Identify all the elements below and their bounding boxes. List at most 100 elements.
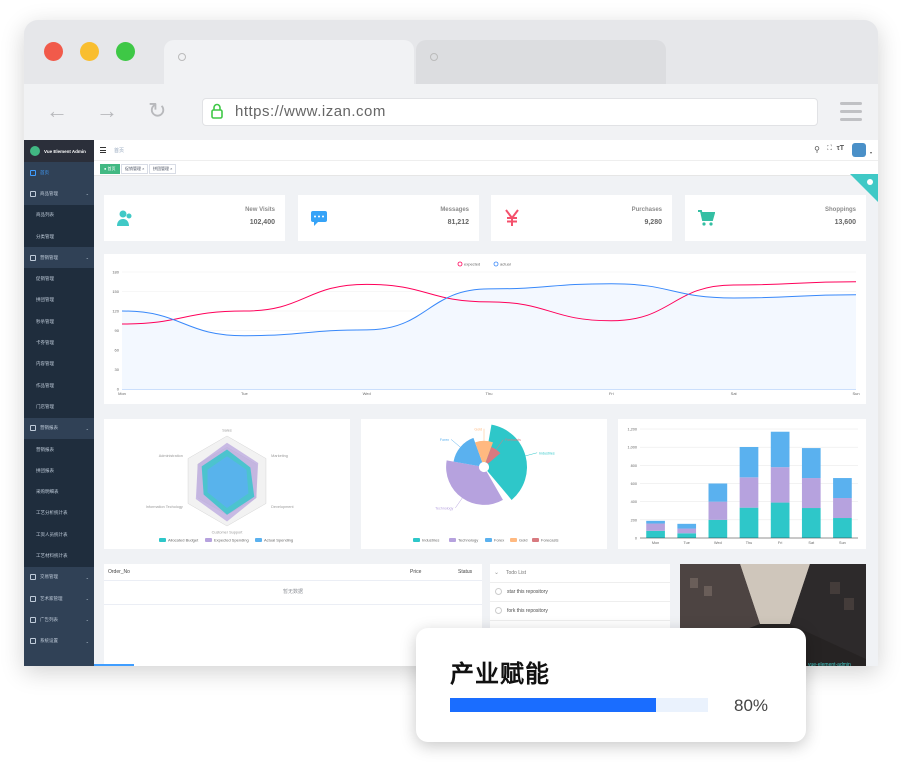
maximize-window-button[interactable]: [116, 42, 135, 61]
sidebar-item-label: 商品管理: [40, 190, 58, 196]
column-status: Status: [458, 569, 473, 575]
close-window-button[interactable]: [44, 42, 63, 61]
hamburger-toggle-icon[interactable]: [100, 147, 106, 153]
sidebar-item[interactable]: 商品列表: [24, 204, 94, 226]
column-price: Price: [410, 569, 422, 575]
legend-label: Forex: [494, 538, 504, 543]
sidebar-item[interactable]: 艺术家管理 ⌄: [24, 587, 94, 610]
reload-icon[interactable]: ↻: [148, 100, 166, 122]
y-tick-label: 200: [631, 518, 637, 522]
sidebar-item-label: 营销管理: [40, 254, 58, 260]
stat-panel[interactable]: Messages 81,212: [298, 195, 479, 241]
stat-label: Purchases: [631, 207, 662, 213]
radar-indicator-label: Customer Support: [212, 531, 244, 535]
legend-marker: [159, 538, 166, 542]
minimize-window-button[interactable]: [80, 42, 99, 61]
chevron-down-icon: ⌄: [85, 574, 89, 580]
menu-group-icon: [30, 190, 36, 197]
home-icon: [30, 169, 36, 176]
sidebar-item[interactable]: 工艺材料统计表: [24, 545, 94, 567]
pie-label: Forecasts: [505, 438, 521, 442]
address-bar[interactable]: https://www.izan.com: [202, 98, 818, 126]
stat-value: 102,400: [249, 219, 275, 226]
sidebar-item[interactable]: 作品管理: [24, 374, 94, 397]
sidebar-item-label: 商品列表: [36, 212, 54, 218]
y-tick-label: 90: [115, 328, 120, 333]
forward-arrow-icon[interactable]: →: [96, 100, 118, 122]
message-icon: [310, 209, 328, 232]
sidebar-item[interactable]: 内容管理: [24, 353, 94, 375]
tag-home[interactable]: ● 首页: [100, 164, 120, 174]
bar-pageA: [677, 533, 697, 538]
todo-item[interactable]: fork this repository: [490, 602, 670, 621]
sidebar-item[interactable]: 交易管理 ⌄: [24, 566, 94, 588]
bar-pageB: [739, 477, 759, 508]
sidebar-item[interactable]: 商品管理 ⌄: [24, 183, 94, 205]
main-content: 首页 ⚲ ⛶ τT ▾ ● 首页 促销管理 × 拼团管理 × New Visit…: [94, 140, 878, 666]
tab-strip: [24, 20, 878, 84]
font-size-icon[interactable]: τT: [837, 145, 844, 152]
sidebar-item[interactable]: 拼团管理: [24, 289, 94, 312]
pie-label-line: [450, 439, 461, 448]
x-tick-label: Sun: [839, 541, 846, 545]
sidebar-item[interactable]: 营销报表 ⌄: [24, 417, 94, 439]
breadcrumb[interactable]: 首页: [114, 147, 124, 154]
back-arrow-icon[interactable]: ←: [46, 100, 68, 122]
pie-label: Technology: [435, 506, 453, 510]
stat-panel[interactable]: Purchases 9,280: [491, 195, 672, 241]
sidebar-item-label: 营销报表: [40, 425, 58, 431]
todo-item[interactable]: star this repository: [490, 583, 670, 602]
sidebar-item[interactable]: 分类管理: [24, 225, 94, 248]
avatar[interactable]: [852, 143, 866, 157]
todo-checkbox[interactable]: [495, 607, 502, 614]
stat-label: New Visits: [245, 207, 275, 213]
x-tick-label: Wed: [363, 391, 371, 396]
fullscreen-icon[interactable]: ⛶: [827, 145, 832, 153]
chevron-down-icon: ⌄: [85, 425, 89, 431]
legend-label: Industries: [422, 538, 439, 543]
line-chart-card: 0 30 60 90 120 150 180 Mon Tue Wed Thu Fri Sat Sun exp…: [104, 254, 866, 404]
sidebar-item-label: 工艺分析统计表: [36, 510, 68, 516]
stat-panel[interactable]: New Visits 102,400: [104, 195, 285, 241]
bar-pageC: [739, 446, 759, 478]
bar-pageA: [770, 502, 790, 538]
search-icon[interactable]: ⚲: [814, 145, 820, 154]
sidebar-item-label: 系统设置: [40, 638, 58, 644]
hamburger-menu-icon[interactable]: [840, 102, 862, 126]
browser-tab-active[interactable]: [164, 40, 414, 84]
pie-chart: Industries Technology Forex Gold Forecasts In…: [413, 424, 559, 543]
sidebar-item[interactable]: 营销报表: [24, 438, 94, 461]
sidebar-item[interactable]: 促销管理: [24, 268, 94, 290]
sidebar-item[interactable]: 秒杀管理: [24, 311, 94, 333]
sidebar-item[interactable]: 拼团报表: [24, 460, 94, 482]
bar-pageA: [739, 507, 759, 538]
sidebar-item[interactable]: 采购明细表: [24, 481, 94, 503]
todo-title: Todo List: [506, 570, 527, 576]
sidebar-item-label: 分类管理: [36, 233, 54, 239]
table-header: Order_No Price Status: [104, 564, 482, 581]
sidebar-item[interactable]: 广告列表 ⌄: [24, 609, 94, 631]
sidebar-item[interactable]: 工资人员统计表: [24, 524, 94, 546]
tag-group-buy[interactable]: 拼团管理 ×: [149, 164, 177, 174]
browser-tab[interactable]: [416, 40, 666, 84]
column-order-no: Order_No: [108, 569, 130, 575]
pie-label-line: [455, 497, 463, 509]
cart-icon: [697, 209, 716, 232]
x-tick-label: Tue: [241, 391, 249, 396]
sidebar-item[interactable]: 系统设置 ⌄: [24, 630, 94, 652]
toggle-all-icon[interactable]: ⌄: [494, 569, 499, 576]
sidebar-item[interactable]: 门店管理: [24, 396, 94, 418]
sidebar-item[interactable]: 工艺分析统计表: [24, 502, 94, 525]
progress-track: [450, 698, 708, 712]
caret-down-icon[interactable]: ▾: [870, 150, 872, 155]
tag-promotion[interactable]: 促销管理 ×: [121, 164, 149, 174]
sidebar-item[interactable]: 首页: [24, 162, 94, 184]
vue-logo-icon: [30, 146, 40, 156]
stat-panel[interactable]: Shoppings 13,600: [685, 195, 866, 241]
sidebar-item[interactable]: 营销管理 ⌄: [24, 247, 94, 269]
todo-checkbox[interactable]: [495, 588, 502, 595]
menu-group-icon: [30, 574, 36, 581]
sidebar-item[interactable]: 卡券管理: [24, 332, 94, 354]
sidebar-header[interactable]: Vue Element Admin: [24, 140, 94, 162]
line-chart: 0306090120150180Mon Tue Wed Thu Fri Sat Sunexp…: [112, 262, 859, 397]
